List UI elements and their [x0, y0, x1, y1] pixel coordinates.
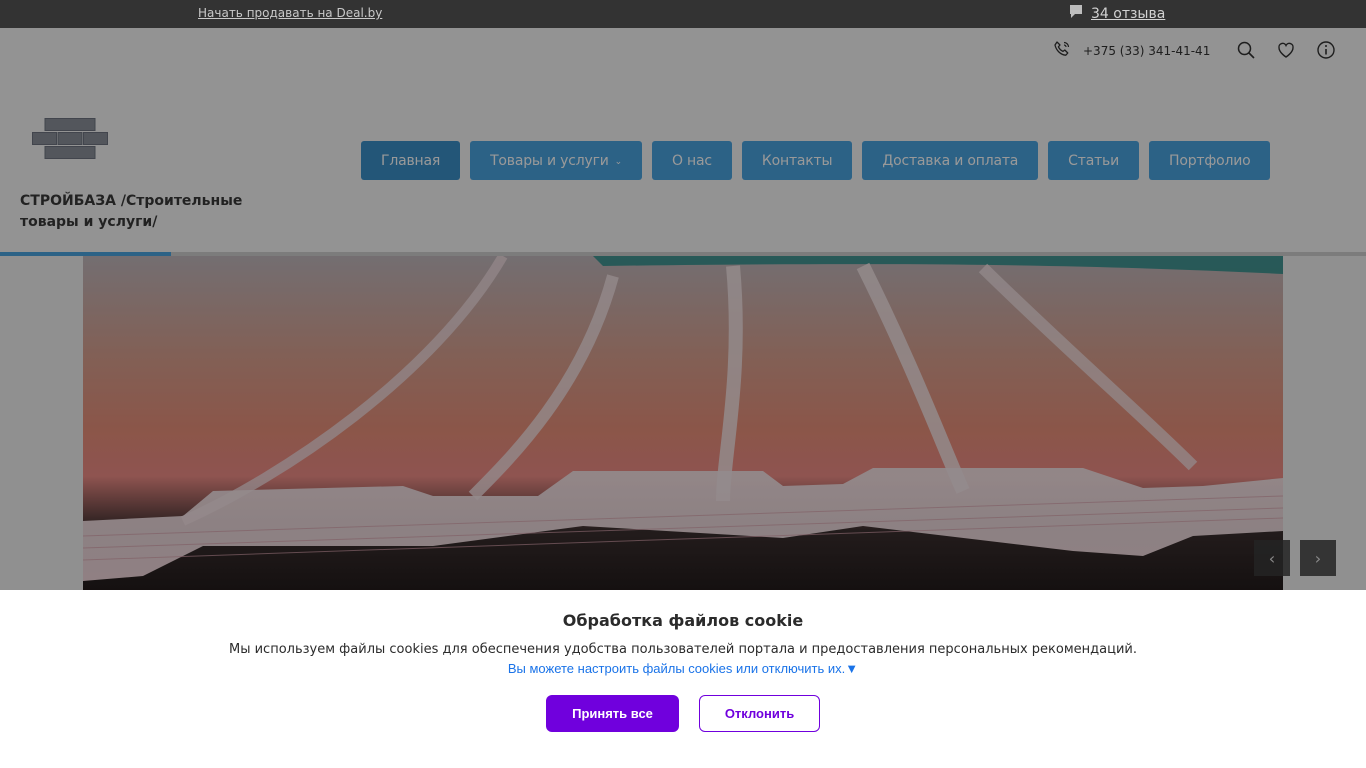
comment-icon: [1069, 4, 1083, 23]
decline-button[interactable]: Отклонить: [699, 695, 820, 732]
start-selling-link[interactable]: Начать продавать на Deal.by: [198, 6, 382, 20]
cookie-text: Мы используем файлы cookies для обеспече…: [228, 642, 1137, 657]
cookie-title: Обработка файлов cookie: [562, 611, 804, 630]
cookie-buttons: Принять все Отклонить: [0, 695, 1366, 732]
modal-overlay: [0, 28, 1366, 590]
reviews-count: 34 отзыва: [1091, 5, 1166, 22]
top-bar: Начать продавать на Deal.by 34 отзыва: [0, 0, 1366, 28]
accept-all-button[interactable]: Принять все: [546, 695, 679, 732]
reviews-link[interactable]: 34 отзыва: [1069, 4, 1165, 23]
cookie-settings-link[interactable]: Вы можете настроить файлы cookies или от…: [0, 661, 1366, 676]
cookie-banner: Обработка файлов cookie Мы используем фа…: [0, 590, 1366, 768]
